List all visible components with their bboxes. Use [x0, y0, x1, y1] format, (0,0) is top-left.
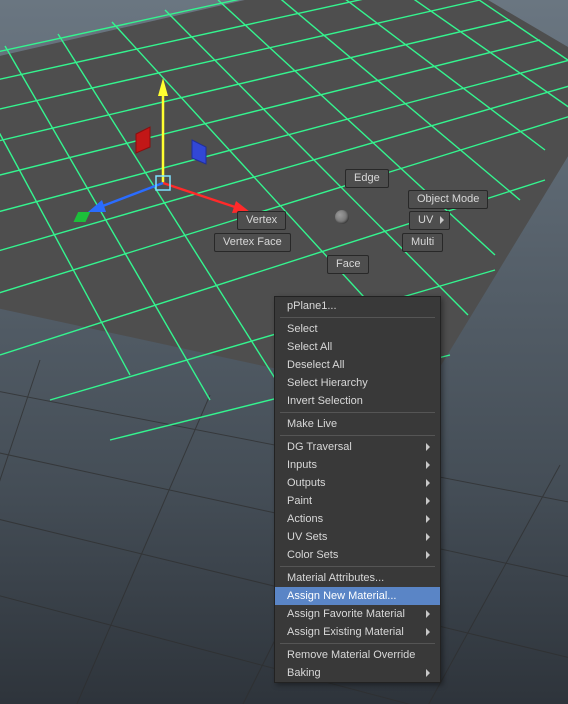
- menu-select-label: Select: [287, 322, 318, 336]
- menu-outputs[interactable]: Outputs: [275, 474, 440, 492]
- menu-separator: [280, 643, 435, 644]
- object-mode-button[interactable]: Object Mode: [408, 190, 488, 209]
- menu-make-live[interactable]: Make Live: [275, 415, 440, 433]
- menu-material-attributes[interactable]: Material Attributes...: [275, 569, 440, 587]
- chevron-right-icon: [426, 515, 430, 523]
- chevron-right-icon: [426, 628, 430, 636]
- menu-color-sets[interactable]: Color Sets: [275, 546, 440, 564]
- multi-label: Multi: [411, 236, 434, 248]
- menu-inputs[interactable]: Inputs: [275, 456, 440, 474]
- vertex-face-button[interactable]: Vertex Face: [214, 233, 291, 252]
- menu-paint-label: Paint: [287, 494, 312, 508]
- chevron-right-icon: [426, 551, 430, 559]
- chevron-right-icon: [426, 443, 430, 451]
- face-button[interactable]: Face: [327, 255, 369, 274]
- menu-assign-existing-material[interactable]: Assign Existing Material: [275, 623, 440, 641]
- edge-label: Edge: [354, 172, 380, 184]
- menu-dg-traversal-label: DG Traversal: [287, 440, 352, 454]
- vertex-button[interactable]: Vertex: [237, 211, 286, 230]
- face-label: Face: [336, 258, 360, 270]
- menu-assign-favorite-material[interactable]: Assign Favorite Material: [275, 605, 440, 623]
- chevron-right-icon: [426, 497, 430, 505]
- menu-invert-selection-label: Invert Selection: [287, 394, 363, 408]
- menu-separator: [280, 412, 435, 413]
- menu-remove-material-override-label: Remove Material Override: [287, 648, 415, 662]
- chevron-right-icon: [440, 216, 444, 224]
- menu-make-live-label: Make Live: [287, 417, 337, 431]
- menu-actions[interactable]: Actions: [275, 510, 440, 528]
- uv-label: UV: [418, 214, 433, 226]
- menu-inputs-label: Inputs: [287, 458, 317, 472]
- menu-baking[interactable]: Baking: [275, 664, 440, 682]
- chevron-right-icon: [426, 669, 430, 677]
- multi-button[interactable]: Multi: [402, 233, 443, 252]
- menu-select-hierarchy-label: Select Hierarchy: [287, 376, 368, 390]
- menu-header[interactable]: pPlane1...: [275, 297, 440, 315]
- menu-deselect-all[interactable]: Deselect All: [275, 356, 440, 374]
- menu-assign-new-material[interactable]: Assign New Material...: [275, 587, 440, 605]
- menu-remove-material-override[interactable]: Remove Material Override: [275, 646, 440, 664]
- menu-uv-sets[interactable]: UV Sets: [275, 528, 440, 546]
- menu-header-label: pPlane1...: [287, 299, 337, 313]
- menu-paint[interactable]: Paint: [275, 492, 440, 510]
- menu-actions-label: Actions: [287, 512, 323, 526]
- menu-assign-favorite-material-label: Assign Favorite Material: [287, 607, 405, 621]
- menu-deselect-all-label: Deselect All: [287, 358, 344, 372]
- menu-dg-traversal[interactable]: DG Traversal: [275, 438, 440, 456]
- menu-baking-label: Baking: [287, 666, 321, 680]
- context-menu: pPlane1... Select Select All Deselect Al…: [274, 296, 441, 683]
- chevron-right-icon: [426, 533, 430, 541]
- chevron-right-icon: [426, 610, 430, 618]
- vertex-face-label: Vertex Face: [223, 236, 282, 248]
- menu-material-attributes-label: Material Attributes...: [287, 571, 384, 585]
- vertex-label: Vertex: [246, 214, 277, 226]
- marking-menu-center-dot: [335, 210, 349, 224]
- uv-button[interactable]: UV: [409, 211, 450, 230]
- menu-assign-new-material-label: Assign New Material...: [287, 589, 396, 603]
- chevron-right-icon: [426, 479, 430, 487]
- menu-select-hierarchy[interactable]: Select Hierarchy: [275, 374, 440, 392]
- menu-select-all[interactable]: Select All: [275, 338, 440, 356]
- menu-assign-existing-material-label: Assign Existing Material: [287, 625, 404, 639]
- menu-invert-selection[interactable]: Invert Selection: [275, 392, 440, 410]
- menu-color-sets-label: Color Sets: [287, 548, 338, 562]
- menu-separator: [280, 566, 435, 567]
- menu-outputs-label: Outputs: [287, 476, 326, 490]
- edge-button[interactable]: Edge: [345, 169, 389, 188]
- menu-select-all-label: Select All: [287, 340, 332, 354]
- chevron-right-icon: [426, 461, 430, 469]
- menu-separator: [280, 435, 435, 436]
- object-mode-label: Object Mode: [417, 193, 479, 205]
- menu-uv-sets-label: UV Sets: [287, 530, 327, 544]
- menu-select[interactable]: Select: [275, 320, 440, 338]
- menu-separator: [280, 317, 435, 318]
